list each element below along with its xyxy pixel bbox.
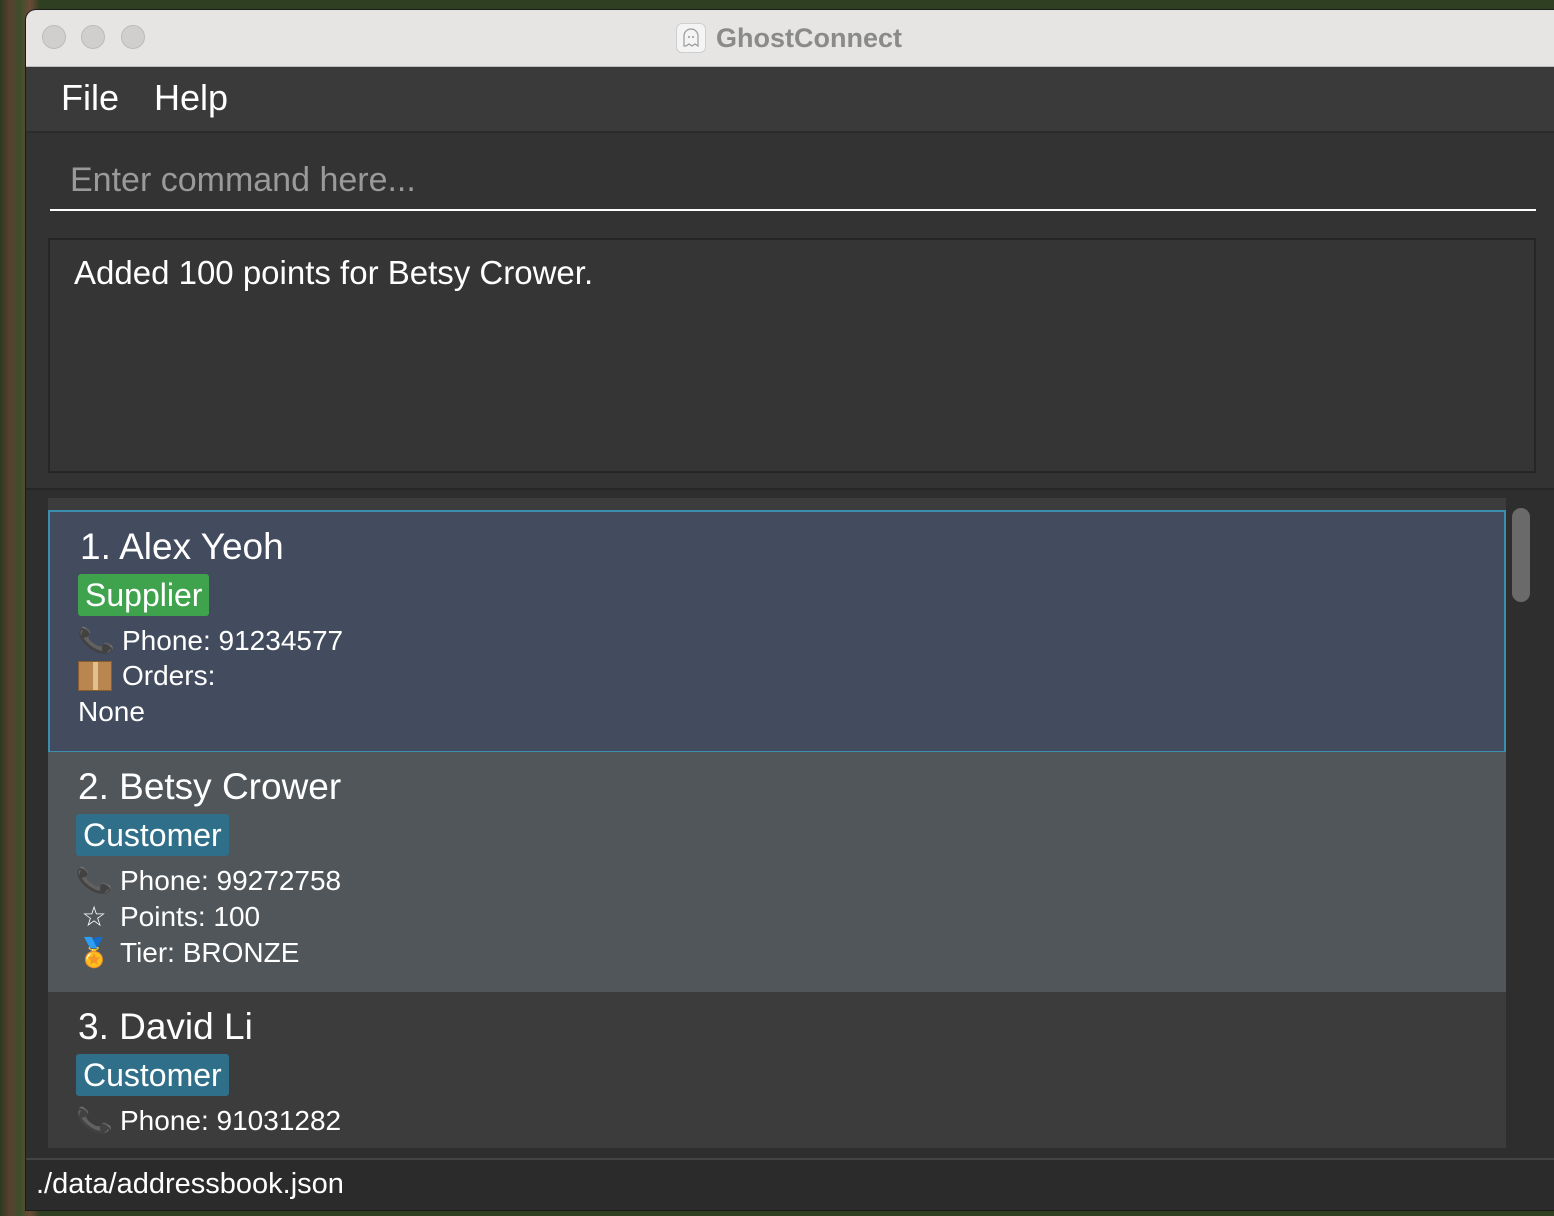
menu-file[interactable]: File [61, 77, 119, 119]
contact-name: 1. Alex Yeoh [80, 526, 284, 567]
points-text: Points: 100 [120, 900, 261, 932]
phone-field: 📞 Phone: 99272758 [74, 862, 342, 899]
phone-text: Phone: 91234577 [122, 624, 344, 656]
points-field: ☆ Points: 100 [76, 900, 260, 933]
orders-value: None [78, 696, 145, 728]
title-bar: GhostConnect [26, 10, 1554, 67]
phone-text: Phone: 99272758 [120, 864, 342, 896]
contact-name: 2. Betsy Crower [78, 766, 342, 807]
close-window-button[interactable] [42, 25, 66, 49]
phone-text: Phone: 91031282 [120, 1104, 342, 1136]
zoom-window-button[interactable] [121, 25, 145, 49]
menu-bar: File Help [26, 67, 1554, 133]
minimize-window-button[interactable] [81, 25, 105, 49]
menu-help[interactable]: Help [154, 77, 228, 119]
ghost-app-icon [676, 23, 706, 53]
package-icon [78, 661, 112, 691]
status-bar: ./data/addressbook.json [26, 1158, 1554, 1210]
result-message: Added 100 points for Betsy Crower. [74, 254, 594, 291]
phone-icon: 📞 [76, 622, 116, 659]
contact-list-scrollbar[interactable] [1512, 508, 1530, 602]
window-title: GhostConnect [716, 22, 902, 53]
result-display[interactable]: Added 100 points for Betsy Crower. [48, 238, 1536, 473]
phone-field: 📞 Phone: 91031282 [74, 1102, 342, 1139]
supplier-tag: Supplier [78, 574, 210, 616]
phone-icon: 📞 [74, 1102, 114, 1139]
contact-card-3[interactable]: 3. David Li Customer 📞 Phone: 91031282 [48, 992, 1506, 1148]
file-path: ./data/addressbook.json [36, 1168, 344, 1200]
result-display-area: Added 100 points for Betsy Crower. [26, 228, 1554, 488]
customer-tag: Customer [76, 1054, 229, 1096]
command-box-area [26, 133, 1554, 228]
star-icon: ☆ [81, 901, 107, 932]
contact-card-2[interactable]: 2. Betsy Crower Customer 📞 Phone: 992727… [48, 752, 1506, 992]
contact-list-panel: 1. Alex Yeoh Supplier 📞 Phone: 91234577 … [26, 488, 1554, 1162]
app-window: GhostConnect File Help Added 100 points … [26, 10, 1554, 1210]
tier-text: Tier: BRONZE [120, 936, 300, 968]
customer-tag: Customer [76, 814, 229, 856]
orders-value-text: None [78, 696, 145, 727]
contact-card-1[interactable]: 1. Alex Yeoh Supplier 📞 Phone: 91234577 … [48, 510, 1506, 753]
orders-label: Orders: [122, 660, 216, 691]
phone-icon: 📞 [74, 862, 114, 899]
command-input[interactable] [50, 151, 1536, 211]
contact-list[interactable]: 1. Alex Yeoh Supplier 📞 Phone: 91234577 … [48, 498, 1506, 1148]
tier-field: 🏅 Tier: BRONZE [76, 936, 300, 969]
medal-icon: 🏅 [76, 937, 112, 968]
phone-field: 📞 Phone: 91234577 [76, 622, 344, 659]
orders-field: Orders: [78, 660, 215, 692]
contact-name: 3. David Li [78, 1006, 253, 1047]
window-title-group: GhostConnect [676, 20, 902, 56]
